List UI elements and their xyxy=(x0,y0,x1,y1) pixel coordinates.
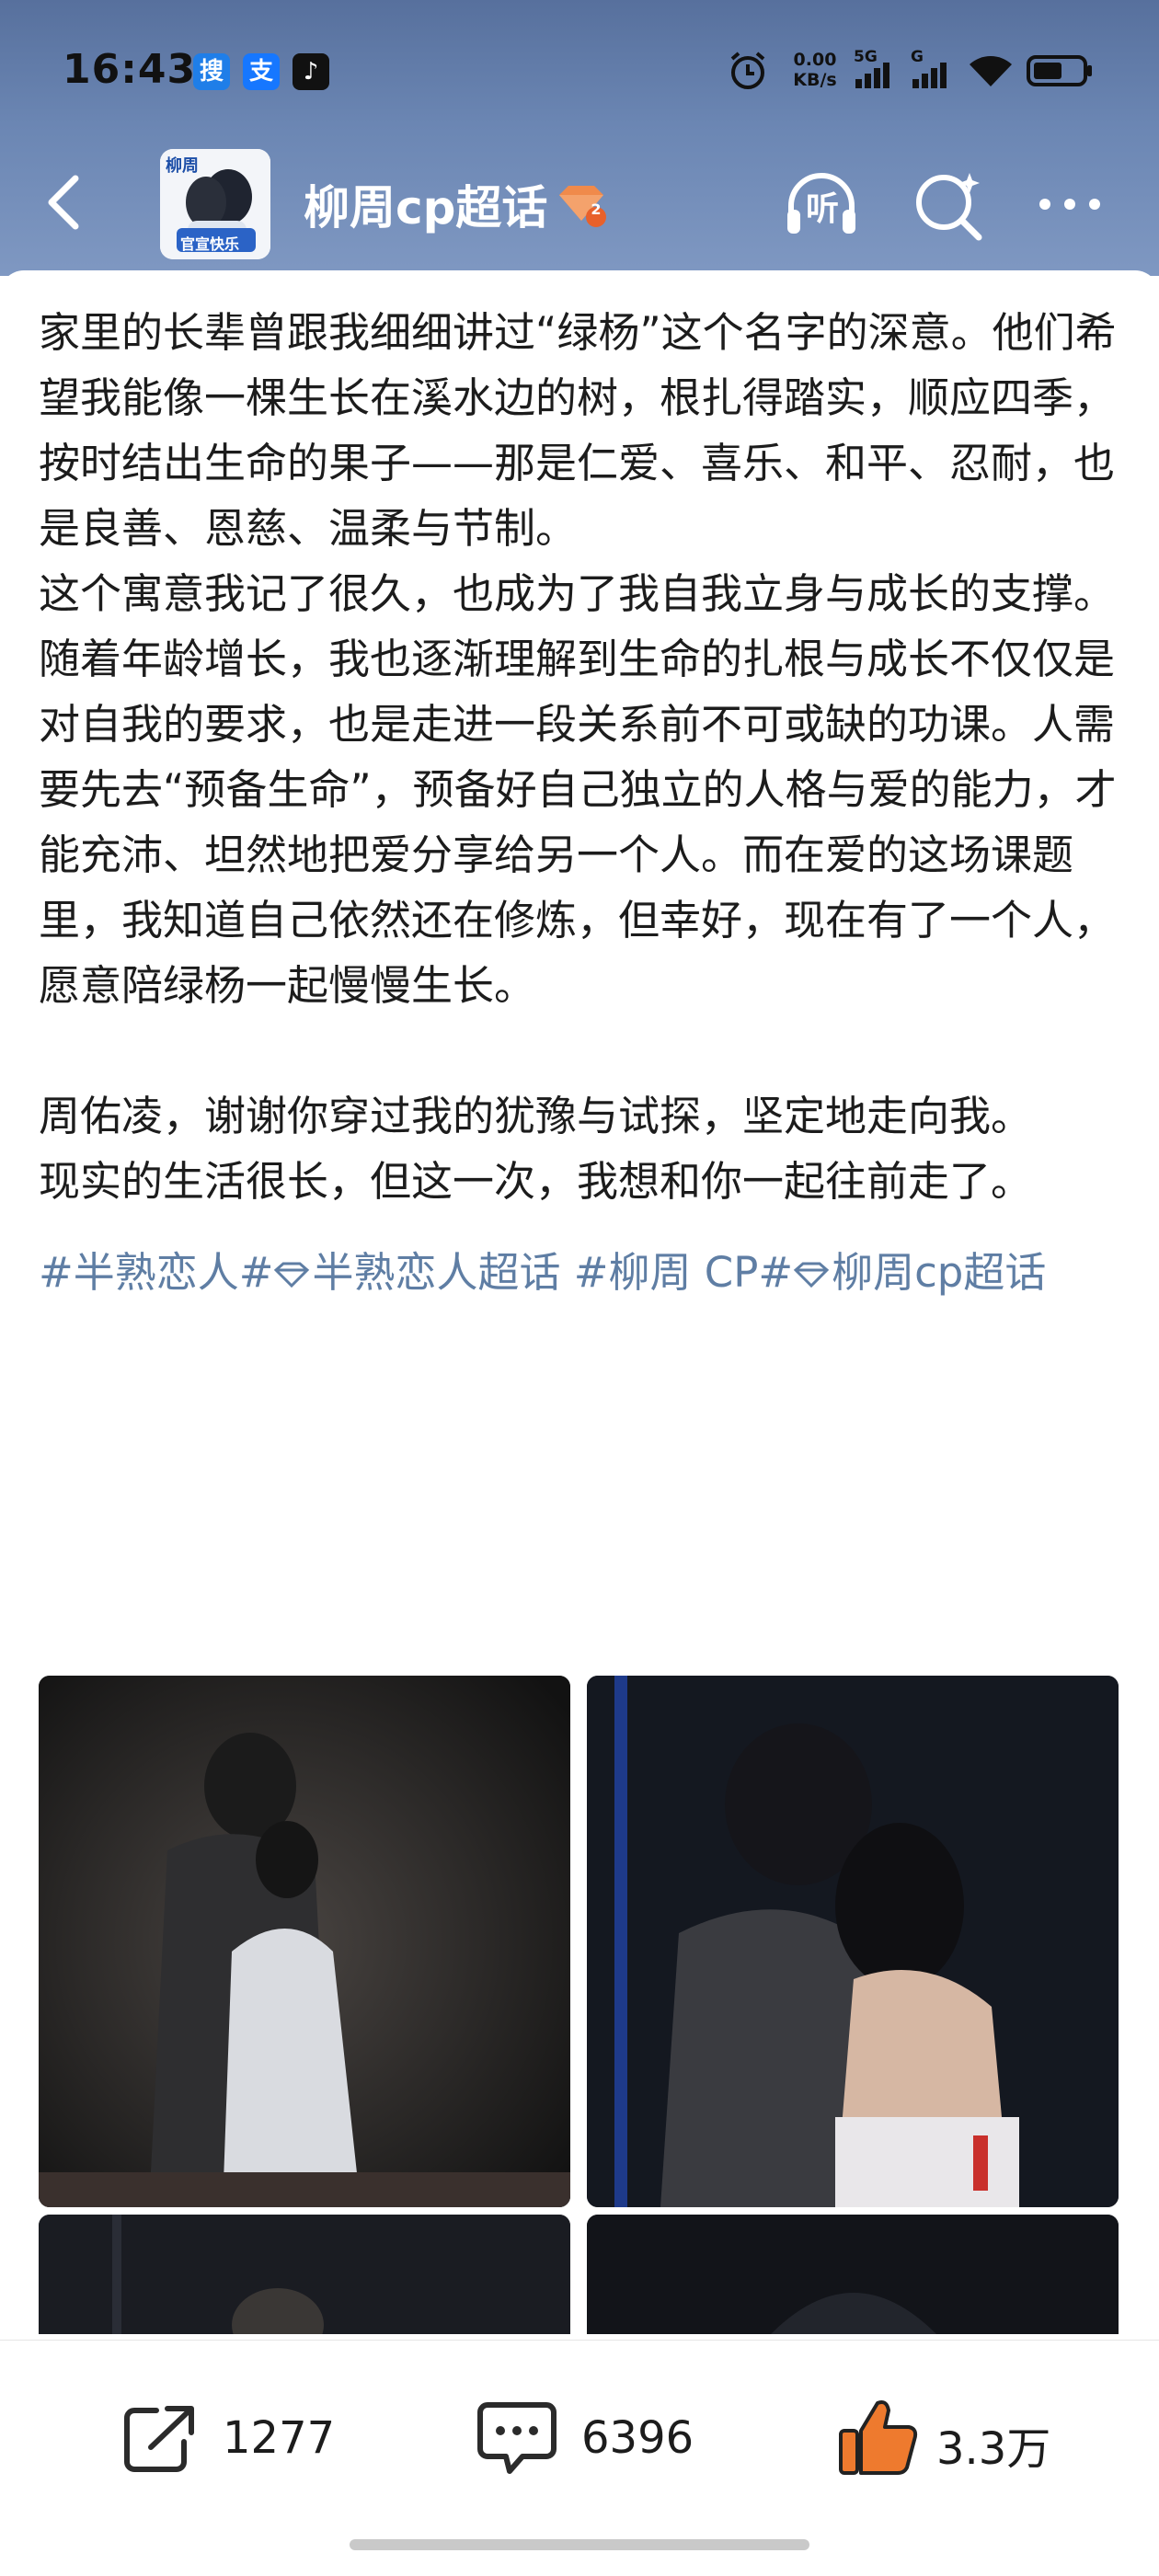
community-avatar[interactable]: 柳周 官宣快乐 xyxy=(160,149,270,259)
avatar-text-bottom: 官宣快乐 xyxy=(180,235,240,253)
post-image-3[interactable] xyxy=(39,2215,570,2334)
post-image-4[interactable] xyxy=(587,2215,1119,2334)
signal-icon-1 xyxy=(855,63,889,88)
action-bar: 1277 6396 3.3万 xyxy=(0,2340,1159,2576)
supertopic-label: 半熟恋人超话 xyxy=(312,1248,561,1297)
hashtag-link[interactable]: #半熟恋人 xyxy=(39,1248,239,1297)
share-count: 1277 xyxy=(223,2412,336,2464)
comment-count: 6396 xyxy=(581,2412,694,2464)
post-image-1[interactable] xyxy=(39,1676,570,2207)
photo-partial-3 xyxy=(39,2215,570,2334)
supertopic-gem-icon xyxy=(274,1262,310,1288)
hashtag-link[interactable]: #柳周 CP xyxy=(574,1248,759,1297)
photo-partial-4 xyxy=(587,2215,1119,2334)
more-icon[interactable] xyxy=(1028,166,1111,243)
supertopic-label: 柳周cp超话 xyxy=(832,1248,1047,1297)
level-number: 2 xyxy=(591,200,602,218)
photo-couple-embrace-2 xyxy=(587,1676,1119,2207)
listen-label: 听 xyxy=(806,190,840,228)
net-speed: 0.00 KB/s xyxy=(787,50,843,90)
search-icon[interactable] xyxy=(909,166,992,243)
share-button[interactable]: 1277 xyxy=(120,2392,396,2484)
avatar-text-top: 柳周 xyxy=(166,156,199,176)
net-speed-value: 0.00 xyxy=(793,50,837,70)
signal-icon-2 xyxy=(912,63,947,88)
post-paragraph-2: 这个寓意我记了很久，也成为了我自我立身与成长的支撑。随着年龄增长，我也逐渐理解到… xyxy=(39,569,1117,1010)
post-paragraph-3: 周佑凌，谢谢你穿过我的犹豫与试探，坚定地走向我。 xyxy=(39,1092,1033,1140)
back-arrow-icon[interactable] xyxy=(37,166,92,239)
post-image-2[interactable] xyxy=(587,1676,1119,2207)
post-card: 家里的长辈曾跟我细细讲过“绿杨”这个名字的深意。他们希望我能像一棵生长在溪水边的… xyxy=(0,270,1159,2340)
alarm-icon xyxy=(730,52,765,89)
status-time: 16:43 xyxy=(63,46,197,93)
comment-icon xyxy=(477,2402,557,2474)
post-paragraph-4: 现实的生活很长，但这一次，我想和你一起往前走了。 xyxy=(39,1157,1033,1206)
like-button[interactable]: 3.3万 xyxy=(835,2392,1111,2484)
app-notification-icon-alipay: 支 xyxy=(243,53,280,90)
top-header: 16:43 搜 支 ♪ 0.00 KB/s 5G G 柳周 官宣快乐 柳周cp超… xyxy=(0,0,1159,276)
post-body: 家里的长辈曾跟我细细讲过“绿杨”这个名字的深意。他们希望我能像一棵生长在溪水边的… xyxy=(39,300,1133,1305)
like-thumb-icon xyxy=(839,2400,918,2475)
home-indicator[interactable] xyxy=(350,2539,809,2550)
battery-icon xyxy=(1027,55,1092,86)
post-paragraph-1: 家里的长辈曾跟我细细讲过“绿杨”这个名字的深意。他们希望我能像一棵生长在溪水边的… xyxy=(39,308,1117,553)
supertopic-link[interactable]: # 柳周cp超话 xyxy=(758,1248,1046,1297)
supertopic-link[interactable]: # 半熟恋人超话 xyxy=(239,1248,561,1297)
page-title[interactable]: 柳周cp超话 xyxy=(304,171,547,237)
status-bar: 16:43 搜 支 ♪ 0.00 KB/s 5G G xyxy=(0,0,1159,147)
share-icon xyxy=(124,2406,194,2472)
app-notification-icon-tiktok: ♪ xyxy=(293,53,329,90)
app-notification-icon-1: 搜 xyxy=(193,53,230,90)
comment-button[interactable]: 6396 xyxy=(475,2392,751,2484)
wifi-icon xyxy=(970,56,1012,86)
hashtag-row: #半熟恋人# 半熟恋人超话 #柳周 CP# 柳周cp超话 xyxy=(39,1240,1133,1305)
like-count: 3.3万 xyxy=(936,2423,1051,2475)
photo-couple-embrace-1 xyxy=(39,1676,570,2207)
nav-bar: 柳周 官宣快乐 柳周cp超话 2 听 xyxy=(0,147,1159,259)
supertopic-gem-icon xyxy=(793,1262,830,1288)
net-speed-unit: KB/s xyxy=(793,70,837,90)
